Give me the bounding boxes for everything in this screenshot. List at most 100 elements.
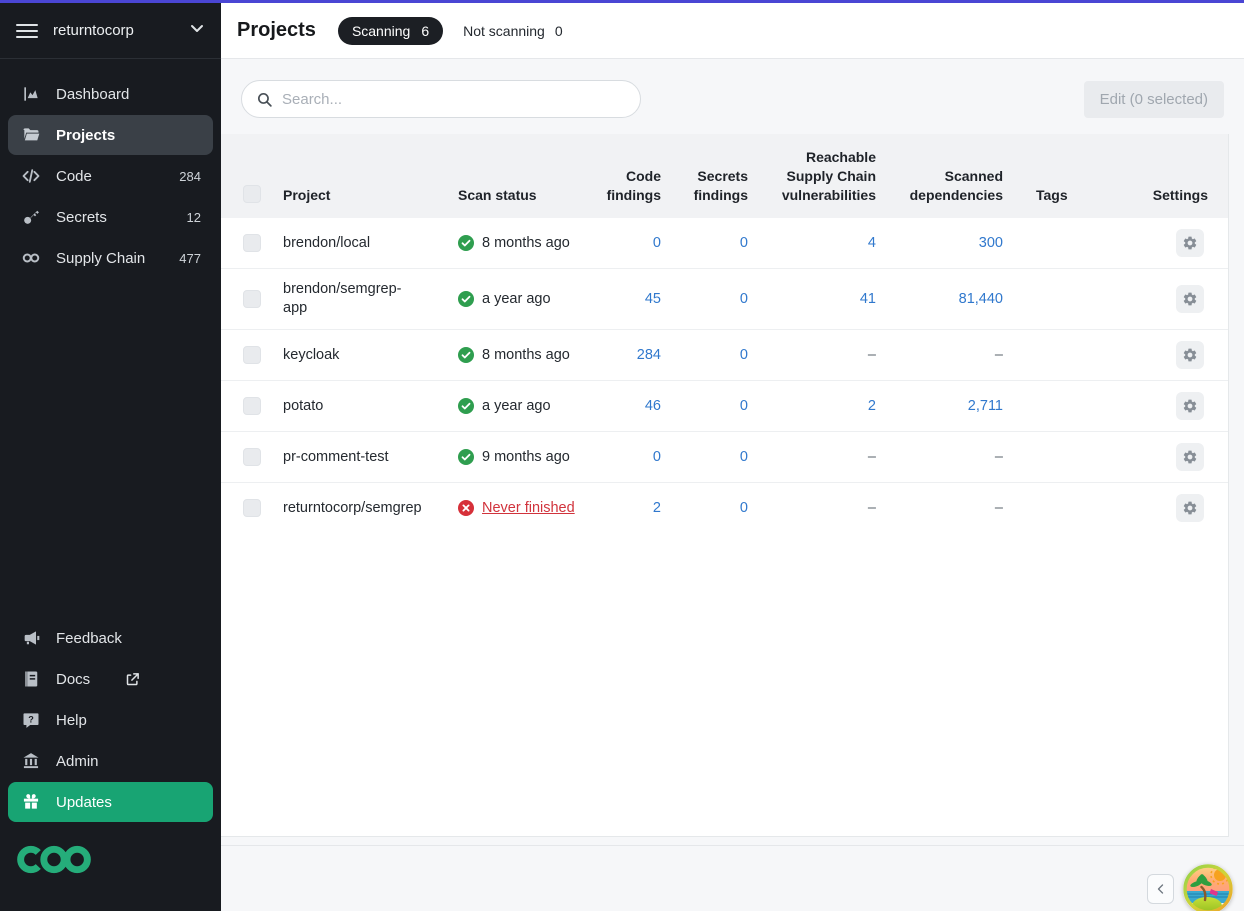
tags-cell (1003, 330, 1121, 381)
secrets-findings-link[interactable]: 0 (740, 291, 748, 307)
tab-scanning[interactable]: Scanning 6 (338, 17, 443, 45)
gear-icon (1182, 347, 1198, 363)
sidebar-item-label: Docs (56, 671, 117, 688)
secrets-findings-link[interactable]: 0 (740, 449, 748, 465)
sidebar-item-admin[interactable]: Admin (8, 741, 213, 781)
help-bubble-icon: ? (20, 710, 42, 730)
hamburger-menu-icon[interactable] (16, 24, 38, 38)
settings-gear-button[interactable] (1176, 494, 1204, 522)
select-all-checkbox[interactable] (243, 185, 261, 203)
row-checkbox[interactable] (243, 499, 261, 517)
scanned-deps-link[interactable]: 300 (979, 235, 1003, 251)
reachable-vulns-link[interactable]: 2 (868, 398, 876, 414)
scan-status: a year ago (458, 290, 578, 309)
sidebar-item-label: Dashboard (56, 86, 201, 103)
scanned-deps-link[interactable]: 81,440 (959, 291, 1003, 307)
org-switcher[interactable]: returntocorp (0, 3, 221, 59)
sidebar-spacer (0, 279, 221, 603)
code-findings-link[interactable]: 45 (645, 291, 661, 307)
sidebar-item-label: Code (56, 168, 179, 185)
code-icon (20, 166, 42, 186)
settings-gear-button[interactable] (1176, 285, 1204, 313)
sidebar-item-projects[interactable]: Projects (8, 115, 213, 155)
code-findings-link[interactable]: 284 (637, 347, 661, 363)
gear-icon (1182, 449, 1198, 465)
chevron-down-icon (189, 20, 205, 41)
col-header-code-findings: Code findings (578, 134, 661, 218)
sidebar-item-label: Admin (56, 753, 201, 770)
search-icon (256, 91, 273, 108)
tab-scanning-count: 6 (421, 23, 429, 39)
settings-gear-button[interactable] (1176, 229, 1204, 257)
sidebar-item-code[interactable]: Code 284 (8, 156, 213, 196)
col-header-scan-status: Scan status (458, 134, 578, 218)
sidebar-item-updates[interactable]: Updates (8, 782, 213, 822)
support-widget-button[interactable] (1183, 864, 1233, 911)
scan-status: 8 months ago (458, 234, 578, 253)
code-findings-link[interactable]: 0 (653, 449, 661, 465)
scanned-deps-link[interactable]: 2,711 (968, 398, 1003, 414)
edit-selected-button[interactable]: Edit (0 selected) (1084, 81, 1224, 118)
tags-cell (1003, 483, 1121, 534)
sidebar-item-dashboard[interactable]: Dashboard (8, 74, 213, 114)
scan-status: a year ago (458, 397, 578, 416)
sidebar-item-label: Supply Chain (56, 250, 179, 267)
sidebar-item-supply-chain[interactable]: Supply Chain 477 (8, 238, 213, 278)
semgrep-logo[interactable] (0, 823, 221, 911)
page-title: Projects (237, 19, 316, 42)
sidebar-nav-bottom: Feedback Docs ? Help (0, 603, 221, 823)
tab-not-scanning[interactable]: Not scanning 0 (463, 23, 563, 39)
reachable-vulns-empty: – (868, 449, 876, 465)
code-findings-link[interactable]: 2 (653, 500, 661, 516)
sidebar-item-feedback[interactable]: Feedback (8, 618, 213, 658)
sidebar-item-label: Updates (56, 794, 201, 811)
col-header-tags: Tags (1003, 134, 1121, 218)
bank-icon (20, 751, 42, 771)
gear-icon (1182, 398, 1198, 414)
search-input[interactable] (282, 91, 626, 108)
scan-status: Never finished (458, 499, 578, 518)
table-row: pr-comment-test 9 months ago 0 0 – – (221, 432, 1229, 483)
org-name: returntocorp (53, 22, 189, 39)
gear-icon (1182, 500, 1198, 516)
table-row: brendon/local 8 months ago 0 0 4 300 (221, 218, 1229, 269)
secrets-findings-link[interactable]: 0 (740, 398, 748, 414)
secrets-findings-link[interactable]: 0 (740, 500, 748, 516)
project-name: brendon/semgrep-app (283, 269, 458, 330)
sidebar-item-help[interactable]: ? Help (8, 700, 213, 740)
tab-scanning-label: Scanning (352, 23, 410, 39)
sidebar-item-secrets[interactable]: Secrets 12 (8, 197, 213, 237)
sidebar-item-docs[interactable]: Docs (8, 659, 213, 699)
secrets-findings-link[interactable]: 0 (740, 235, 748, 251)
row-checkbox[interactable] (243, 290, 261, 308)
settings-gear-button[interactable] (1176, 341, 1204, 369)
search-box[interactable] (241, 80, 641, 118)
footer (221, 845, 1244, 911)
tags-cell (1003, 269, 1121, 330)
code-findings-link[interactable]: 46 (645, 398, 661, 414)
row-checkbox[interactable] (243, 346, 261, 364)
pagination-prev-button[interactable] (1147, 874, 1174, 904)
external-link-icon (125, 672, 140, 687)
sidebar-item-label: Feedback (56, 630, 201, 647)
col-header-scanned-deps: Scanned dependencies (876, 134, 1003, 218)
settings-gear-button[interactable] (1176, 392, 1204, 420)
status-ok-icon (458, 449, 474, 465)
tags-cell (1003, 218, 1121, 269)
code-findings-link[interactable]: 0 (653, 235, 661, 251)
reachable-vulns-link[interactable]: 4 (868, 235, 876, 251)
table-row: potato a year ago 46 0 2 2,711 (221, 381, 1229, 432)
table-row: keycloak 8 months ago 284 0 – – (221, 330, 1229, 381)
row-checkbox[interactable] (243, 448, 261, 466)
row-checkbox[interactable] (243, 234, 261, 252)
scan-status-text: 9 months ago (482, 448, 570, 467)
scan-status: 8 months ago (458, 346, 578, 365)
project-name: potato (283, 381, 458, 432)
row-checkbox[interactable] (243, 397, 261, 415)
reachable-vulns-link[interactable]: 41 (860, 291, 876, 307)
tags-cell (1003, 432, 1121, 483)
sidebar: returntocorp Dashboard Projects (0, 3, 221, 911)
secrets-findings-link[interactable]: 0 (740, 347, 748, 363)
settings-gear-button[interactable] (1176, 443, 1204, 471)
scan-status-error-link[interactable]: Never finished (482, 499, 575, 518)
